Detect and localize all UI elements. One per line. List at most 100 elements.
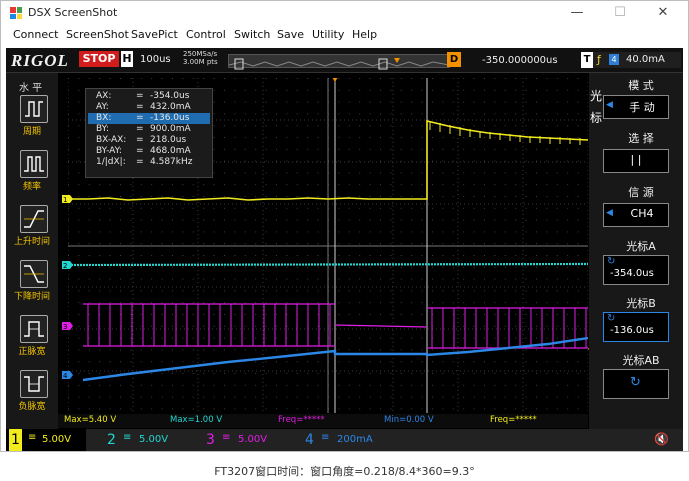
select-value: | | (630, 153, 642, 166)
memory-overview-strip (228, 54, 450, 70)
cursor-b-button[interactable]: ↻ -136.0us (603, 312, 669, 342)
negative-width-icon (24, 376, 44, 392)
horizontal-measure-panel: 水 平 周期 频率 上升时间 下降时间 正脉宽 负脉宽 (6, 73, 58, 429)
channel-4-scale: 200mA (337, 434, 373, 445)
positive-width-button[interactable] (20, 315, 48, 343)
dc-coupling-icon: ≡ (123, 432, 132, 443)
readout-inv-dx: 1/|dX|: = 4.587kHz (96, 157, 193, 167)
menu-help[interactable]: Help (352, 28, 377, 41)
menu-savepict[interactable]: SavePict (131, 28, 178, 41)
svg-text:2: 2 (63, 262, 67, 270)
panel-title: 水 平 (19, 83, 43, 94)
readout-ax: AX: = -354.0us (96, 91, 190, 101)
menu-switch[interactable]: Switch (234, 28, 270, 41)
menu-connect[interactable]: Connect (13, 28, 58, 41)
rise-time-icon (24, 210, 44, 228)
mode-value: 手 动 (629, 101, 655, 114)
rise-time-button[interactable] (20, 205, 48, 233)
cursor-b-title: 光标B (626, 297, 656, 310)
cursor-b-value: -136.0us (610, 325, 654, 336)
channel-3-button[interactable]: 3 ≡ 5.00V (204, 429, 284, 451)
channel-4-number: 4 (305, 432, 314, 448)
source-button[interactable]: ◀ CH4 (603, 203, 669, 227)
trigger-level: 40.0mA (626, 54, 665, 65)
left-arrow-icon: ◀ (606, 208, 613, 218)
timebase-label: H (121, 51, 133, 67)
menu-control[interactable]: Control (186, 28, 226, 41)
dc-coupling-icon: ≡ (28, 432, 37, 443)
channel-1-button[interactable]: 1 ≡ 5.00V (6, 429, 86, 451)
svg-text:4: 4 (63, 372, 68, 380)
channel-2-button[interactable]: 2 ≡ 5.00V (105, 429, 185, 451)
overview-waveform-icon (228, 58, 450, 70)
source-title: 信 源 (628, 186, 654, 199)
run-state-badge[interactable]: STOP (79, 51, 119, 67)
frequency-button[interactable] (20, 150, 48, 178)
fall-time-icon (24, 265, 44, 283)
channel-2-number: 2 (107, 432, 116, 448)
menu-utility[interactable]: Utility (312, 28, 344, 41)
cursor-ab-title: 光标AB (622, 354, 660, 367)
timebase-value[interactable]: 100us (140, 54, 171, 65)
readout-ay: AY: = 432.0mA (96, 102, 191, 112)
left-arrow-icon: ◀ (606, 100, 613, 110)
positive-width-label: 正脉宽 (18, 347, 46, 357)
period-button[interactable] (20, 95, 48, 123)
measure-ch4-min: Min=0.00 V (384, 415, 434, 425)
mode-button[interactable]: ◀ 手 动 (603, 95, 669, 119)
rotate-knob-icon: ↻ (607, 256, 616, 267)
channel-1-scale: 5.00V (42, 434, 72, 445)
close-button[interactable]: ✕ (648, 5, 678, 21)
scope-status-bar: RIGOL STOP H 100us 250MSa/s 3.00M pts D … (6, 48, 683, 73)
measure-ch1-max: Max=5.40 V (64, 415, 117, 425)
scope-screen: RIGOL STOP H 100us 250MSa/s 3.00M pts D … (6, 48, 683, 451)
menu-screenshot[interactable]: ScreenShot (66, 28, 129, 41)
menu-bar: Connect ScreenShot SavePict Control Swit… (1, 25, 688, 45)
cursor-ab-button[interactable]: ↻ (603, 369, 669, 399)
source-value: CH4 (630, 207, 654, 220)
screenshot-window: DSX ScreenShot — ☐ ✕ Connect ScreenShot … (0, 0, 689, 452)
speaker-mute-icon[interactable]: 🔇 (654, 432, 669, 446)
title-bar: DSX ScreenShot — ☐ ✕ (1, 1, 688, 25)
cursor-a-button[interactable]: ↻ -354.0us (603, 255, 669, 285)
measure-ch3-freq: Freq=***** (278, 415, 325, 425)
delay-label: D (447, 52, 461, 67)
channel-3-number: 3 (206, 432, 215, 448)
trigger-label: T (581, 52, 593, 68)
cursor-a-title: 光标A (626, 240, 656, 253)
measurement-bar: Max=5.40 V Max=1.00 V Freq=***** Min=0.0… (58, 414, 588, 428)
delay-value[interactable]: -350.000000us (482, 55, 558, 66)
rotate-knob-icon: ↻ (607, 313, 616, 324)
select-button[interactable]: | | (603, 149, 669, 173)
sample-rate-value: 250MSa/s (183, 50, 218, 58)
fall-time-label: 下降时间 (13, 292, 50, 302)
maximize-button[interactable]: ☐ (605, 5, 635, 21)
menu-save[interactable]: Save (277, 28, 304, 41)
cursor-a-value: -354.0us (610, 268, 654, 279)
period-icon (25, 101, 43, 117)
svg-text:3: 3 (63, 323, 67, 331)
readout-bx: BX: = -136.0us (88, 113, 210, 124)
trigger-source: 4 (609, 54, 619, 65)
minimize-button[interactable]: — (562, 5, 592, 21)
mode-title: 模 式 (628, 79, 654, 92)
channel-4-button[interactable]: 4 ≡ 200mA (303, 429, 387, 451)
readout-bx-ax: BX-AX: = 218.0us (96, 135, 187, 145)
measure-freq: Freq=***** (490, 415, 537, 425)
period-label: 周期 (22, 127, 41, 137)
negative-width-button[interactable] (20, 370, 48, 398)
channel-2-scale: 5.00V (139, 434, 169, 445)
window-title: DSX ScreenShot (28, 6, 118, 19)
readout-by-ay: BY-AY: = 468.0mA (96, 146, 191, 156)
measure-ch2-max: Max=1.00 V (170, 415, 223, 425)
dc-coupling-icon: ≡ (321, 432, 330, 443)
fall-time-button[interactable] (20, 260, 48, 288)
trigger-settings[interactable]: T ƒ 4 40.0mA (581, 52, 681, 68)
app-icon (10, 7, 22, 19)
channel-1-number: 1 (9, 429, 22, 451)
cursor-readout: AX: = -354.0us AY: = 432.0mA BX: = -136.0us BY… (85, 88, 213, 178)
frequency-icon (24, 156, 44, 172)
memory-depth-value: 3.00M pts (183, 58, 218, 66)
channel-3-scale: 5.00V (238, 434, 268, 445)
rising-edge-icon: ƒ (597, 53, 601, 66)
